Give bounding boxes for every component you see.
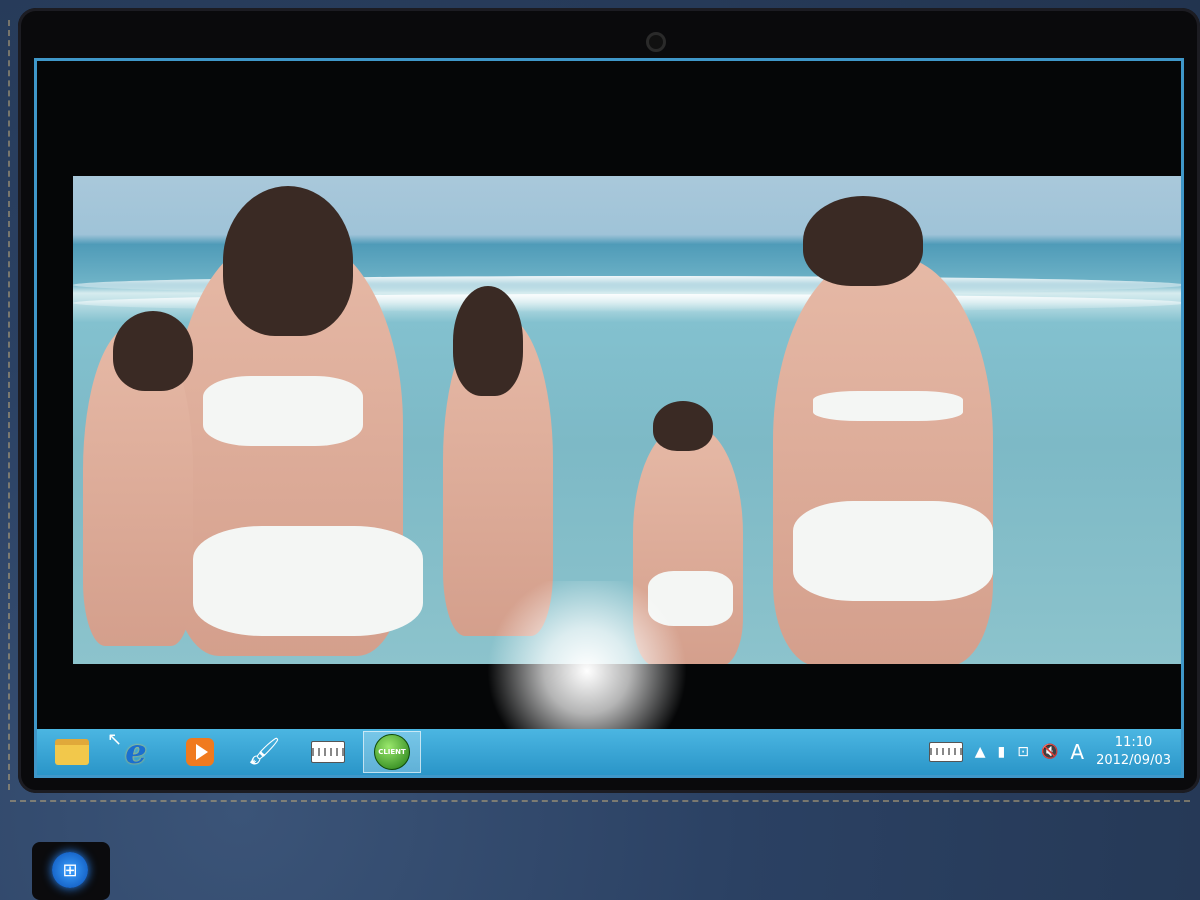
figure-hair [803,196,923,286]
network-icon[interactable]: ⊡ [1017,744,1029,760]
media-player-icon [186,738,214,766]
internet-explorer-icon: e [125,732,147,772]
figure-hair [113,311,193,391]
power-icon[interactable]: ▮ [997,744,1005,760]
green-app-icon: CLIENT [374,734,410,770]
touch-keyboard-icon[interactable] [928,742,963,762]
taskbar-media-player[interactable] [171,731,229,773]
windows-logo-icon: ⊞ [52,852,88,888]
paint-icon: 🖌 [247,737,281,767]
case-stitching-left [8,20,10,790]
swimsuit-top [813,391,963,421]
taskbar-on-screen-keyboard[interactable] [299,731,357,773]
camera-icon [646,32,666,52]
clock-date: 2012/09/03 [1096,753,1171,768]
system-tray: ▲ ▮ ⊡ 🔇 A 11:10 2012/09/03 [928,734,1181,770]
figure-hair [653,401,713,451]
tablet-screen: e 🖌 CLIENT ▲ ▮ ⊡ 🔇 A 11:10 2012/09/03 ↖ [34,58,1184,778]
folder-icon [55,739,89,765]
case-stitching [10,800,1190,802]
taskbar-active-app[interactable]: CLIENT [363,731,421,773]
clock[interactable]: 11:10 2012/09/03 [1096,734,1171,770]
language-indicator[interactable]: A [1070,740,1084,764]
clock-time: 11:10 [1114,735,1153,750]
show-hidden-icons-icon[interactable]: ▲ [975,744,986,760]
figure-hair [223,186,353,336]
mouse-cursor-icon: ↖ [107,729,123,750]
swimsuit-bottom [193,526,423,636]
swimsuit-bottom [793,501,993,601]
figure [773,256,993,664]
taskbar-file-explorer[interactable] [43,731,101,773]
swimsuit-top [203,376,363,446]
hardware-start-button[interactable]: ⊞ [32,842,110,900]
taskbar: e 🖌 CLIENT ▲ ▮ ⊡ 🔇 A 11:10 2012/09/03 [37,729,1181,775]
keyboard-icon [311,741,345,763]
app-badge-text: CLIENT [378,748,406,756]
figure-hair [453,286,523,396]
taskbar-paint[interactable]: 🖌 [235,731,293,773]
volume-muted-icon[interactable]: 🔇 [1041,744,1058,760]
